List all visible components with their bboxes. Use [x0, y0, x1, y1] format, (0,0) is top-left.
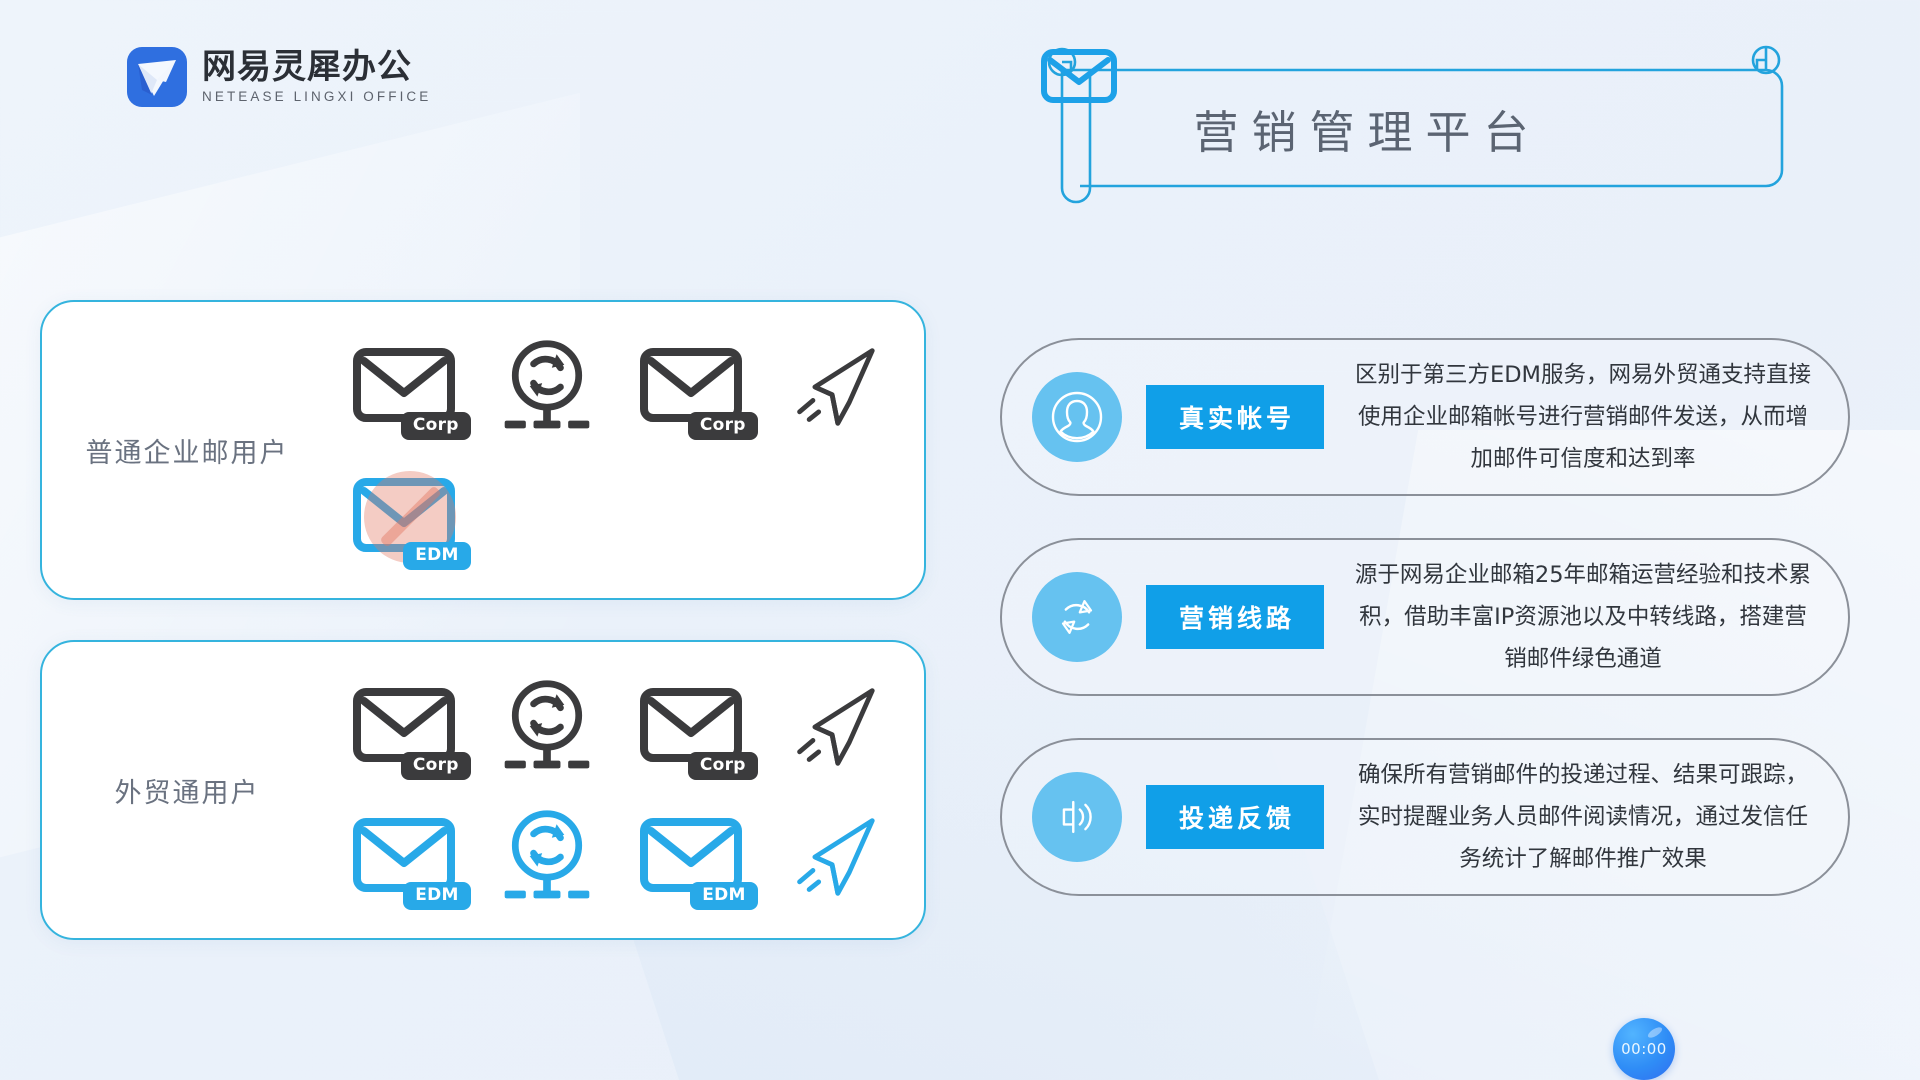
feature-description: 源于网易企业邮箱25年邮箱运营经验和技术累积，借助丰富IP资源池以及中转线路，搭… [1354, 562, 1812, 672]
flow-row-edm: EDM EDM [332, 794, 906, 920]
flow-step-envelope-edm: EDM [632, 802, 758, 912]
flow-step-sync-network [488, 672, 606, 782]
flow-step-paper-plane-send [775, 332, 893, 442]
flow-step-paper-plane-send [775, 802, 893, 912]
flow-step-envelope-corp: Corp [632, 332, 758, 442]
flow-row-corp: Corp Corp [332, 664, 906, 790]
title-banner: 营销管理平台 [1040, 45, 1798, 208]
feature-badge: 真实帐号 [1146, 385, 1324, 449]
user-avatar-icon [1032, 372, 1122, 462]
flow-step-empty [632, 462, 750, 572]
flow-row-corp-allowed: Corp Corp [332, 324, 906, 450]
flow-step-envelope-corp: Corp [345, 332, 471, 442]
brand-logo: 网易灵犀办公 NETEASE LINGXI OFFICE [126, 46, 431, 108]
feature-card-real-account: 真实帐号 区别于第三方EDM服务，网易外贸通支持直接使用企业邮箱帐号进行营销邮件… [1000, 338, 1850, 496]
flow-step-sync-network [488, 802, 606, 912]
speaker-broadcast-icon [1032, 772, 1122, 862]
feature-description: 确保所有营销邮件的投递过程、结果可跟踪，实时提醒业务人员邮件阅读情况，通过发信任… [1357, 762, 1808, 872]
timer-badge-icon[interactable]: 00:00 [1613, 1018, 1675, 1080]
flow-step-empty [775, 462, 893, 572]
diagram-card-waimaotong-user: 外贸通用户 Corp Corp EDM EDM [40, 640, 926, 940]
feature-card-marketing-route: 营销线路 源于网易企业邮箱25年邮箱运营经验和技术累积，借助丰富IP资源池以及中… [1000, 538, 1850, 696]
flow-step-envelope-edm-blocked: EDM [345, 462, 471, 572]
tag-corp: Corp [400, 412, 471, 440]
diagram-flow-area: Corp Co [332, 302, 924, 598]
feature-description: 区别于第三方EDM服务，网易外贸通支持直接使用企业邮箱帐号进行营销邮件发送，从而… [1355, 362, 1811, 472]
diagram-card-label: 普通企业邮用户 [85, 437, 289, 468]
feature-badge: 投递反馈 [1146, 785, 1324, 849]
feature-badge: 营销线路 [1146, 585, 1324, 649]
flow-step-envelope-edm: EDM [345, 802, 471, 912]
tag-edm: EDM [403, 542, 471, 570]
brand-name-en: NETEASE LINGXI OFFICE [202, 89, 432, 105]
sync-refresh-icon [1032, 572, 1122, 662]
tag-edm: EDM [690, 882, 758, 910]
envelope-icon [1041, 49, 1658, 156]
flow-step-envelope-corp: Corp [345, 672, 471, 782]
flow-step-envelope-corp: Corp [632, 672, 758, 782]
flow-step-empty [488, 462, 606, 572]
diagram-card-ordinary-user: 普通企业邮用户 Corp Corp EDM [40, 300, 926, 600]
feature-card-delivery-feedback: 投递反馈 确保所有营销邮件的投递过程、结果可跟踪，实时提醒业务人员邮件阅读情况，… [1000, 738, 1850, 896]
diagram-card-label: 外贸通用户 [114, 777, 260, 808]
tag-corp: Corp [687, 412, 758, 440]
flow-row-edm-blocked: EDM [332, 454, 906, 580]
page-title: 营销管理平台 [1193, 107, 1542, 158]
diagram-flow-area: Corp Co [332, 642, 924, 938]
tag-corp: Corp [687, 752, 758, 780]
flow-step-sync-network [488, 332, 606, 442]
tag-edm: EDM [403, 882, 471, 910]
tag-corp: Corp [400, 752, 471, 780]
flow-step-paper-plane-send [775, 672, 893, 782]
netease-lingxi-logo-icon [126, 46, 188, 108]
brand-name-cn: 网易灵犀办公 [202, 46, 412, 87]
